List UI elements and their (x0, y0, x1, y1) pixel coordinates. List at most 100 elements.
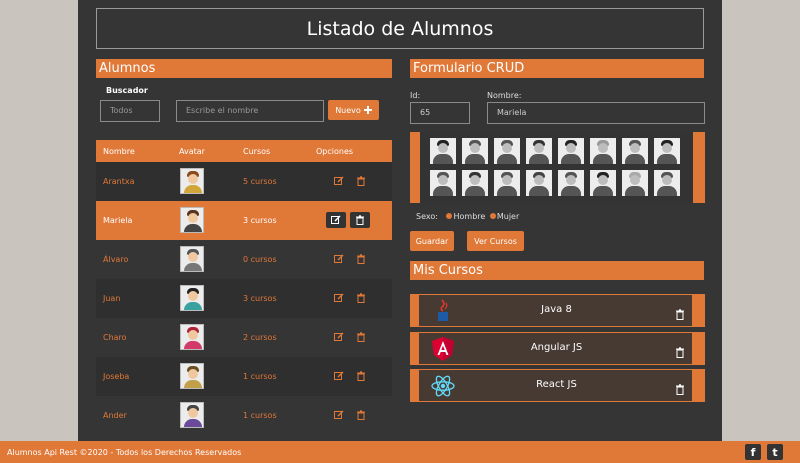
trash-icon[interactable] (353, 407, 369, 423)
edit-icon[interactable] (331, 407, 347, 423)
avatar (180, 246, 204, 272)
radio-hombre[interactable]: Hombre (444, 212, 485, 221)
avatar-option[interactable] (526, 138, 552, 164)
trash-icon[interactable] (675, 305, 685, 320)
trash-icon[interactable] (353, 173, 369, 189)
table-row-selected[interactable]: Mariela 3 cursos (96, 201, 392, 240)
edit-icon[interactable] (331, 173, 347, 189)
alumnos-section-title: Alumnos (96, 59, 392, 78)
student-name: Juan (103, 294, 121, 303)
mujer-label: Mujer (496, 212, 520, 221)
edit-icon[interactable] (326, 212, 346, 228)
plus-icon (363, 106, 372, 114)
avatar (180, 285, 204, 311)
course-item: React JS (410, 369, 705, 402)
course-name: Angular JS (530, 342, 583, 353)
edit-icon[interactable] (331, 329, 347, 345)
form-section-title: Formulario CRUD (410, 59, 704, 78)
avatar-option[interactable] (590, 138, 616, 164)
name-label: Nombre: (487, 91, 522, 100)
student-courses: 1 cursos (243, 372, 277, 381)
row-options (331, 173, 371, 189)
trash-icon[interactable] (353, 368, 369, 384)
id-label: Id: (410, 91, 421, 100)
avatar-option[interactable] (462, 170, 488, 196)
students-table-header: Nombre Avatar Cursos Opciones (96, 140, 392, 162)
avatar-option[interactable] (622, 138, 648, 164)
avatar-option[interactable] (558, 170, 584, 196)
avatar-option[interactable] (494, 170, 520, 196)
row-options (331, 329, 371, 345)
new-button[interactable]: Nuevo (328, 100, 379, 120)
student-name: Joseba (103, 372, 130, 381)
student-courses: 3 cursos (243, 294, 277, 303)
name-search-input[interactable]: Escribe el nombre (176, 100, 324, 122)
row-options (331, 290, 371, 306)
avatar (180, 402, 204, 428)
avatar-option[interactable] (622, 170, 648, 196)
view-courses-button[interactable]: Ver Cursos (467, 231, 524, 251)
main-panel: Listado de Alumnos Alumnos Buscador Todo… (78, 0, 722, 441)
course-item: Angular JS (410, 332, 705, 365)
avatar-option[interactable] (430, 170, 456, 196)
table-row[interactable]: Joseba 1 cursos (96, 357, 392, 396)
avatar-option[interactable] (654, 170, 680, 196)
avatar-option[interactable] (590, 170, 616, 196)
student-courses: 0 cursos (243, 255, 277, 264)
id-field[interactable]: 65 (410, 102, 470, 124)
trash-icon[interactable] (353, 251, 369, 267)
avatar-option[interactable] (430, 138, 456, 164)
avatar-option[interactable] (526, 170, 552, 196)
sex-label: Sexo: (416, 212, 438, 221)
table-row[interactable]: Juan 3 cursos (96, 279, 392, 318)
course-name: React JS (536, 379, 577, 390)
row-options (331, 407, 371, 423)
filter-select[interactable]: Todos (100, 100, 160, 122)
twitter-icon[interactable]: t (767, 444, 783, 460)
student-name: Charo (103, 333, 127, 342)
course-card: Angular JS (418, 332, 693, 365)
avatar-option[interactable] (494, 138, 520, 164)
my-courses-section-title: Mis Cursos (410, 261, 704, 280)
table-row[interactable]: Álvaro 0 cursos (96, 240, 392, 279)
avatar (180, 168, 204, 194)
student-name: Arantxa (103, 177, 135, 186)
col-nombre: Nombre (103, 147, 135, 156)
student-courses: 1 cursos (243, 411, 277, 420)
student-courses: 2 cursos (243, 333, 277, 342)
avatar (180, 207, 204, 233)
edit-icon[interactable] (331, 251, 347, 267)
col-avatar: Avatar (179, 147, 205, 156)
trash-icon[interactable] (675, 380, 685, 395)
avatar-option[interactable] (654, 138, 680, 164)
sex-selector: Sexo: Hombre Mujer (416, 212, 519, 221)
trash-icon[interactable] (675, 343, 685, 358)
edit-icon[interactable] (331, 368, 347, 384)
facebook-icon[interactable]: f (745, 444, 761, 460)
student-name: Álvaro (103, 255, 129, 264)
trash-icon[interactable] (350, 212, 370, 228)
row-options (331, 368, 371, 384)
row-options (331, 251, 371, 267)
avatar-grid (420, 132, 693, 203)
trash-icon[interactable] (353, 290, 369, 306)
hombre-label: Hombre (453, 212, 486, 221)
save-button[interactable]: Guardar (410, 231, 454, 251)
course-card: React JS (418, 369, 693, 402)
table-row[interactable]: Arantxa 5 cursos (96, 162, 392, 201)
new-button-label: Nuevo (335, 105, 361, 115)
radio-mujer[interactable]: Mujer (488, 212, 519, 221)
course-card: Java 8 (418, 294, 693, 327)
student-name: Ander (103, 411, 127, 420)
avatar-option[interactable] (558, 138, 584, 164)
student-courses: 3 cursos (243, 216, 277, 225)
table-row[interactable]: Charo 2 cursos (96, 318, 392, 357)
search-label: Buscador (106, 86, 148, 95)
name-field[interactable]: Mariela (487, 102, 705, 124)
avatar (180, 363, 204, 389)
trash-icon[interactable] (353, 329, 369, 345)
course-name: Java 8 (541, 304, 572, 315)
table-row[interactable]: Ander 1 cursos (96, 396, 392, 435)
edit-icon[interactable] (331, 290, 347, 306)
avatar-option[interactable] (462, 138, 488, 164)
